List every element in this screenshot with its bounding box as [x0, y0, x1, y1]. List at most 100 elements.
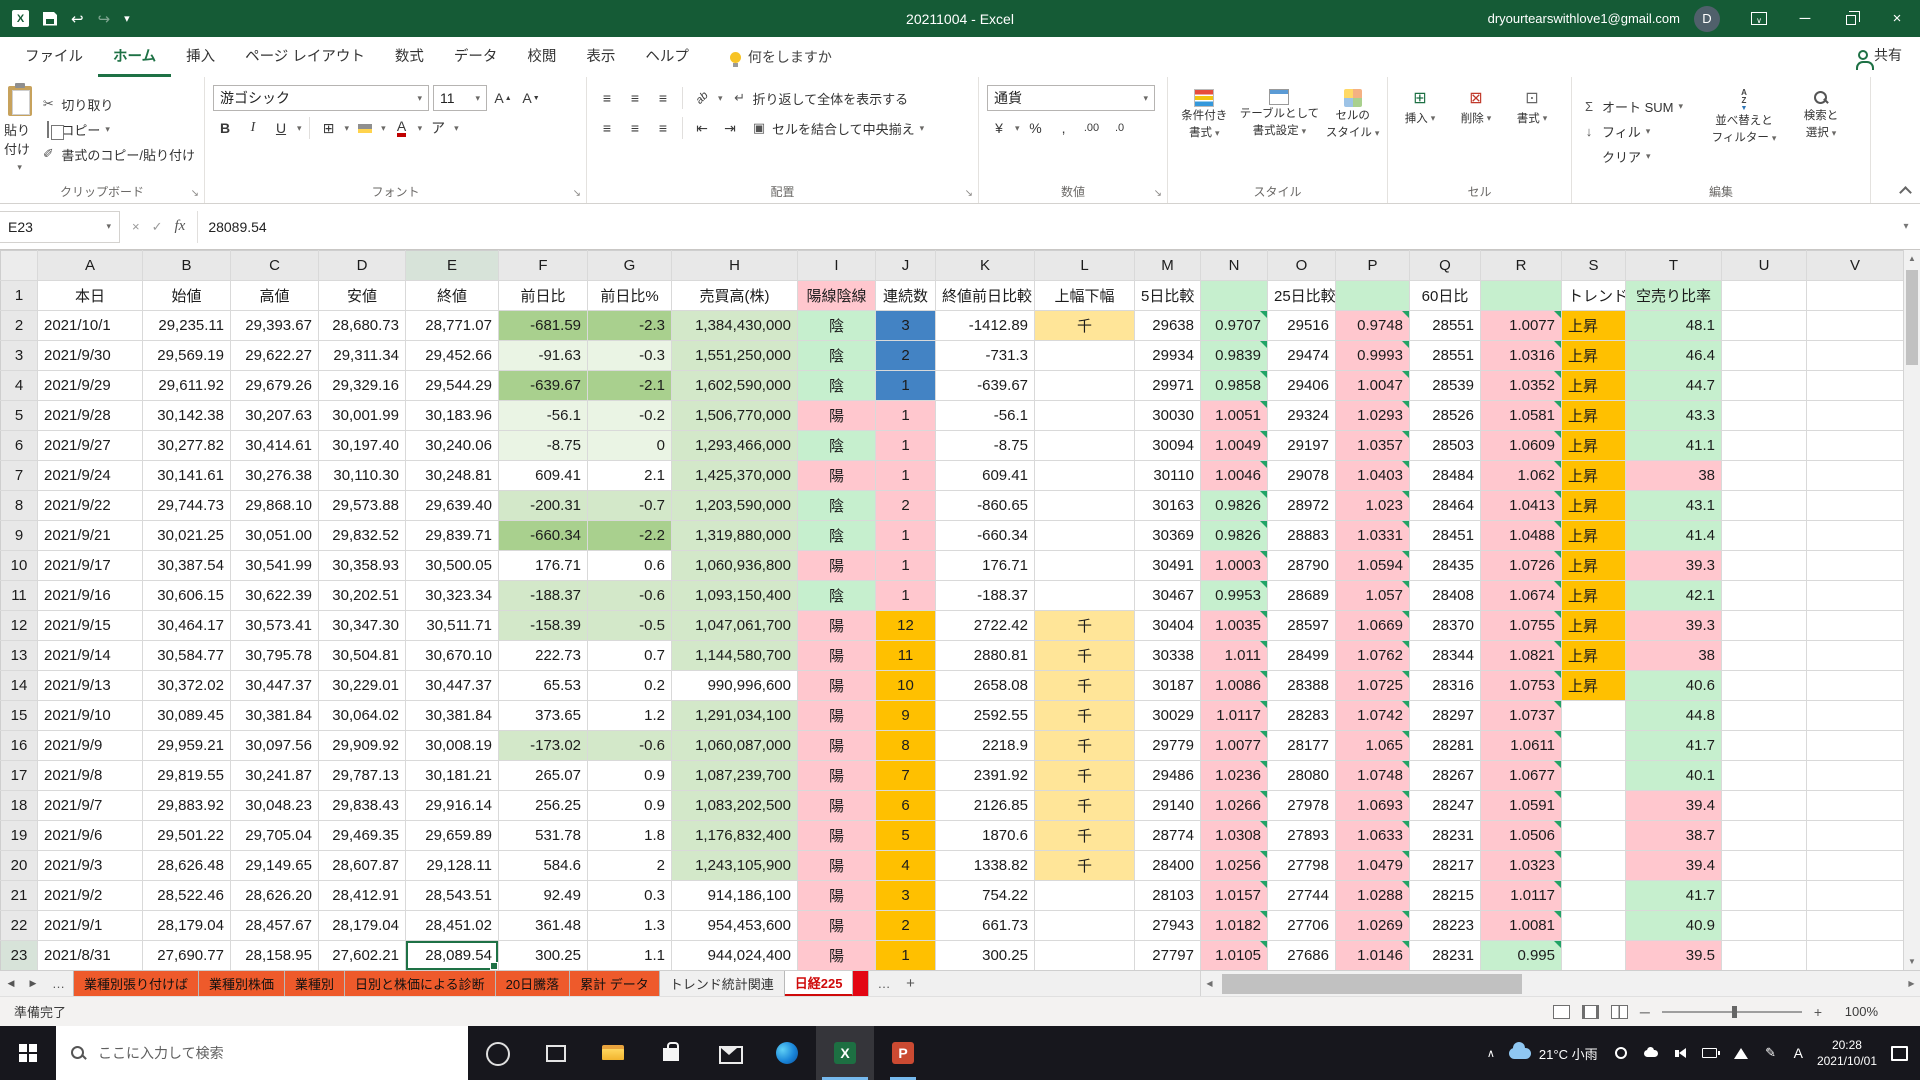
- cell-I6[interactable]: 陰: [798, 431, 876, 461]
- align-center-icon[interactable]: ≡: [623, 116, 647, 140]
- cell-C17[interactable]: 30,241.87: [231, 761, 319, 791]
- cell-U19[interactable]: [1722, 821, 1807, 851]
- wrap-text-button[interactable]: ↵折り返して全体を表示する: [727, 86, 914, 111]
- cell-R3[interactable]: 1.0316: [1481, 341, 1562, 371]
- autosum-button[interactable]: Σオート SUM▾: [1576, 94, 1702, 119]
- cell-C14[interactable]: 30,447.37: [231, 671, 319, 701]
- column-header-V[interactable]: V: [1807, 251, 1904, 281]
- cell-G12[interactable]: -0.5: [588, 611, 672, 641]
- cell-F18[interactable]: 256.25: [499, 791, 588, 821]
- cell-G13[interactable]: 0.7: [588, 641, 672, 671]
- cell-M5[interactable]: 30030: [1135, 401, 1201, 431]
- cell-N1[interactable]: [1201, 281, 1268, 311]
- cell-S4[interactable]: 上昇: [1562, 371, 1626, 401]
- cell-J8[interactable]: 2: [876, 491, 936, 521]
- column-header-B[interactable]: B: [143, 251, 231, 281]
- tab-データ[interactable]: データ: [439, 37, 513, 77]
- cell-K9[interactable]: -660.34: [936, 521, 1035, 551]
- cell-V19[interactable]: [1807, 821, 1904, 851]
- column-header-M[interactable]: M: [1135, 251, 1201, 281]
- cell-O13[interactable]: 28499: [1268, 641, 1336, 671]
- cell-H17[interactable]: 1,087,239,700: [672, 761, 798, 791]
- row-header-6[interactable]: 6: [1, 431, 38, 461]
- cell-N22[interactable]: 1.0182: [1201, 911, 1268, 941]
- font-name-select[interactable]: 游ゴシック▾: [213, 85, 429, 111]
- cell-E19[interactable]: 29,659.89: [406, 821, 499, 851]
- cell-D20[interactable]: 28,607.87: [319, 851, 406, 881]
- cell-H10[interactable]: 1,060,936,800: [672, 551, 798, 581]
- cell-M3[interactable]: 29934: [1135, 341, 1201, 371]
- cell-B7[interactable]: 30,141.61: [143, 461, 231, 491]
- close-button[interactable]: ×: [1874, 0, 1920, 37]
- cell-D10[interactable]: 30,358.93: [319, 551, 406, 581]
- cell-D22[interactable]: 28,179.04: [319, 911, 406, 941]
- column-header-E[interactable]: E: [406, 251, 499, 281]
- cell-M9[interactable]: 30369: [1135, 521, 1201, 551]
- decrease-indent-icon[interactable]: ⇤: [690, 116, 714, 140]
- cell-K6[interactable]: -8.75: [936, 431, 1035, 461]
- row-header-2[interactable]: 2: [1, 311, 38, 341]
- cell-C4[interactable]: 29,679.26: [231, 371, 319, 401]
- cell-Q21[interactable]: 28215: [1410, 881, 1481, 911]
- cell-P9[interactable]: 1.0331: [1336, 521, 1410, 551]
- cell-C8[interactable]: 29,868.10: [231, 491, 319, 521]
- cell-T21[interactable]: 41.7: [1626, 881, 1722, 911]
- cell-R8[interactable]: 1.0413: [1481, 491, 1562, 521]
- cell-I12[interactable]: 陽: [798, 611, 876, 641]
- hidden-icons-chevron-icon[interactable]: ∧: [1487, 1047, 1495, 1060]
- cell-G22[interactable]: 1.3: [588, 911, 672, 941]
- sheet-overflow-left[interactable]: …: [44, 971, 74, 996]
- cell-P23[interactable]: 1.0146: [1336, 941, 1410, 971]
- cell-H15[interactable]: 1,291,034,100: [672, 701, 798, 731]
- cell-J16[interactable]: 8: [876, 731, 936, 761]
- row-header-23[interactable]: 23: [1, 941, 38, 971]
- cell-U7[interactable]: [1722, 461, 1807, 491]
- cell-K3[interactable]: -731.3: [936, 341, 1035, 371]
- cell-C13[interactable]: 30,795.78: [231, 641, 319, 671]
- cell-O17[interactable]: 28080: [1268, 761, 1336, 791]
- select-all-corner[interactable]: [1, 251, 38, 281]
- cell-Q15[interactable]: 28297: [1410, 701, 1481, 731]
- cell-B21[interactable]: 28,522.46: [143, 881, 231, 911]
- cell-P16[interactable]: 1.065: [1336, 731, 1410, 761]
- cell-M21[interactable]: 28103: [1135, 881, 1201, 911]
- tab-ページ レイアウト[interactable]: ページ レイアウト: [230, 37, 380, 77]
- battery-icon[interactable]: [1702, 1044, 1720, 1062]
- row-header-12[interactable]: 12: [1, 611, 38, 641]
- cell-J3[interactable]: 2: [876, 341, 936, 371]
- cell-B16[interactable]: 29,959.21: [143, 731, 231, 761]
- cortana-icon[interactable]: [468, 1026, 526, 1080]
- cell-R15[interactable]: 1.0737: [1481, 701, 1562, 731]
- cell-P22[interactable]: 1.0269: [1336, 911, 1410, 941]
- cell-H5[interactable]: 1,506,770,000: [672, 401, 798, 431]
- cell-M19[interactable]: 28774: [1135, 821, 1201, 851]
- cell-V18[interactable]: [1807, 791, 1904, 821]
- cell-F8[interactable]: -200.31: [499, 491, 588, 521]
- cell-D9[interactable]: 29,832.52: [319, 521, 406, 551]
- cell-P15[interactable]: 1.0742: [1336, 701, 1410, 731]
- cell-N20[interactable]: 1.0256: [1201, 851, 1268, 881]
- cell-B3[interactable]: 29,569.19: [143, 341, 231, 371]
- phonetic-guide-button[interactable]: ア: [426, 116, 450, 140]
- cell-G23[interactable]: 1.1: [588, 941, 672, 971]
- cell-C2[interactable]: 29,393.67: [231, 311, 319, 341]
- cell-B14[interactable]: 30,372.02: [143, 671, 231, 701]
- cell-V17[interactable]: [1807, 761, 1904, 791]
- cell-O14[interactable]: 28388: [1268, 671, 1336, 701]
- cell-J4[interactable]: 1: [876, 371, 936, 401]
- cell-I11[interactable]: 陰: [798, 581, 876, 611]
- row-header-4[interactable]: 4: [1, 371, 38, 401]
- cell-E20[interactable]: 29,128.11: [406, 851, 499, 881]
- cell-D17[interactable]: 29,787.13: [319, 761, 406, 791]
- cell-S21[interactable]: [1562, 881, 1626, 911]
- cell-B23[interactable]: 27,690.77: [143, 941, 231, 971]
- cell-J23[interactable]: 1: [876, 941, 936, 971]
- column-header-I[interactable]: I: [798, 251, 876, 281]
- taskview-icon[interactable]: [526, 1026, 584, 1080]
- cell-T11[interactable]: 42.1: [1626, 581, 1722, 611]
- cell-S17[interactable]: [1562, 761, 1626, 791]
- cell-J9[interactable]: 1: [876, 521, 936, 551]
- cell-C15[interactable]: 30,381.84: [231, 701, 319, 731]
- cell-L20[interactable]: 千: [1035, 851, 1135, 881]
- cut-button[interactable]: ✂切り取り: [35, 92, 200, 117]
